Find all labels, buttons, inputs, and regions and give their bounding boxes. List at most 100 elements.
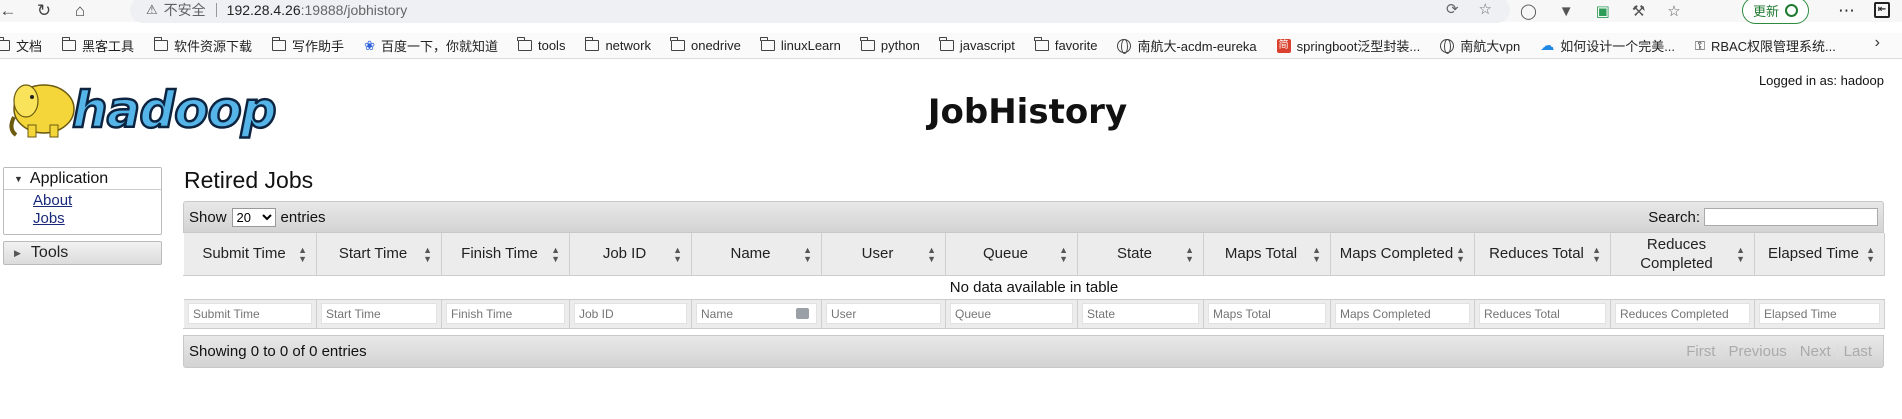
bookmark-item[interactable]: onedrive (670, 37, 741, 53)
bookmark-item[interactable]: ☁ 如何设计一个完美... (1540, 36, 1675, 55)
filter-input-maps-total[interactable] (1208, 303, 1326, 324)
bookmark-label: 黑客工具 (82, 39, 135, 54)
bookmark-label: 南航大vpn (1460, 39, 1521, 54)
column-header-reduces-completed[interactable]: Reduces Completed ▲ ▼ (1610, 233, 1755, 276)
globe-icon (1117, 38, 1132, 54)
bookmark-item[interactable]: network (584, 37, 651, 53)
filter-input-elapsed-time[interactable] (1759, 303, 1880, 324)
bookmark-label: 文档 (16, 39, 43, 54)
warning-icon[interactable]: ⚠ (146, 2, 158, 18)
bookmark-label: 写作助手 (292, 39, 345, 54)
filter-input-job-id[interactable] (574, 303, 687, 324)
bookmark-item[interactable]: linuxLearn (760, 37, 841, 53)
folder-icon (760, 37, 775, 51)
key-icon: ⚿ (1695, 37, 1705, 53)
bookmark-item[interactable]: 黑客工具 (61, 36, 135, 55)
bookmark-item[interactable]: python (860, 37, 920, 53)
update-button[interactable]: 更新 (1742, 0, 1810, 24)
more-menu-icon[interactable]: ⋯ (1838, 1, 1855, 21)
address-bar[interactable]: ⚠ 不安全 192.28.4.26:19888/jobhistory ⟳ ☆ (130, 0, 1510, 23)
code-extension-icon[interactable]: ▣ (1596, 2, 1610, 20)
bookmark-item[interactable]: ❀ 百度一下，你就知道 (364, 36, 498, 55)
sidebar-toggle-icon[interactable]: ⇤ (1874, 2, 1890, 18)
filter-input-finish-time[interactable] (446, 303, 565, 324)
autofill-icon[interactable] (796, 308, 809, 319)
column-header-label: Maps Total (1224, 245, 1298, 263)
column-header-job-id[interactable]: Job ID ▲ ▼ (569, 233, 692, 276)
filter-input-maps-completed[interactable] (1335, 303, 1470, 324)
reload-icon[interactable]: ↻ (26, 0, 62, 22)
column-header-name[interactable]: Name ▲ ▼ (691, 233, 822, 276)
bookmark-item[interactable]: 文档 (0, 36, 42, 55)
bookmark-label: network (605, 38, 651, 53)
bookmark-item[interactable]: 南航大-acdm-eureka (1117, 36, 1257, 55)
paw-icon: ❀ (364, 37, 375, 53)
bookmark-label: 如何设计一个完美... (1560, 39, 1676, 54)
pager-first-button[interactable]: First (1680, 343, 1721, 360)
filter-input-start-time[interactable] (321, 303, 437, 324)
bookmark-item[interactable]: 软件资源下载 (153, 36, 253, 55)
filter-cell (569, 298, 692, 329)
bookmark-item[interactable]: 写作助手 (271, 36, 345, 55)
sort-icon: ▲ ▼ (1866, 245, 1875, 264)
sort-icon: ▲ ▼ (1456, 245, 1465, 264)
bookmark-item[interactable]: javascript (939, 37, 1015, 53)
column-header-start-time[interactable]: Start Time ▲ ▼ (316, 233, 442, 276)
page-size-select[interactable]: 102050100 (231, 207, 276, 227)
column-header-label: Elapsed Time (1768, 245, 1859, 263)
table-info: Showing 0 to 0 of 0 entries (189, 342, 367, 360)
filter-cell (1077, 298, 1204, 329)
insecure-label[interactable]: 不安全 (164, 0, 206, 20)
column-header-maps-completed[interactable]: Maps Completed ▲ ▼ (1330, 233, 1475, 276)
bookmarks-overflow-chevron-icon[interactable]: › (1875, 34, 1880, 52)
search-input[interactable] (1704, 208, 1878, 226)
filter-cell (1330, 298, 1475, 329)
sort-icon: ▲ ▼ (673, 245, 682, 264)
pager-last-button[interactable]: Last (1836, 342, 1878, 360)
home-icon[interactable]: ⌂ (62, 0, 98, 22)
nav-link-jobs[interactable]: Jobs (33, 210, 161, 228)
back-icon[interactable]: ← (0, 0, 26, 22)
bookmark-label: 软件资源下载 (174, 39, 253, 54)
filter-input-queue[interactable] (950, 303, 1073, 324)
puzzle-extensions-icon[interactable]: ⚒ (1632, 2, 1645, 20)
nav-application-header[interactable]: ▼ Application (4, 168, 161, 190)
circle-extension-icon[interactable]: ◯ (1520, 2, 1537, 20)
column-header-label: Job ID (602, 245, 647, 263)
filter-input-user[interactable] (826, 303, 941, 324)
pagination: First Previous Next Last (1680, 342, 1878, 360)
url-path: :19888/jobhistory (300, 2, 408, 18)
favorites-list-icon[interactable]: ☆ (1667, 2, 1680, 20)
column-header-label: Queue (982, 245, 1029, 263)
bookmark-item[interactable]: 简 springboot泛型封装... (1276, 36, 1420, 55)
sort-icon: ▲ ▼ (1312, 245, 1321, 264)
vpn-extension-icon[interactable]: ▼ (1559, 3, 1574, 20)
nav-tools-header[interactable]: ▶ Tools (3, 241, 162, 265)
folder-icon (670, 37, 685, 51)
column-header-elapsed-time[interactable]: Elapsed Time ▲ ▼ (1754, 233, 1885, 276)
bookmark-item[interactable]: ⚿ RBAC权限管理系统... (1695, 36, 1836, 55)
filter-input-reduces-completed[interactable] (1615, 303, 1750, 324)
filter-cell (691, 298, 822, 329)
column-header-maps-total[interactable]: Maps Total ▲ ▼ (1203, 233, 1331, 276)
pager-previous-button[interactable]: Previous (1721, 342, 1792, 360)
translate-icon[interactable]: ⟳ (1446, 0, 1459, 18)
column-header-state[interactable]: State ▲ ▼ (1077, 233, 1204, 276)
column-header-finish-time[interactable]: Finish Time ▲ ▼ (441, 233, 570, 276)
favorite-star-icon[interactable]: ☆ (1479, 0, 1492, 18)
column-header-queue[interactable]: Queue ▲ ▼ (945, 233, 1078, 276)
column-header-reduces-total[interactable]: Reduces Total ▲ ▼ (1474, 233, 1611, 276)
column-header-user[interactable]: User ▲ ▼ (821, 233, 946, 276)
pager-next-button[interactable]: Next (1792, 342, 1837, 360)
bookmark-item[interactable]: favorite (1034, 37, 1097, 53)
column-header-submit-time[interactable]: Submit Time ▲ ▼ (183, 233, 317, 276)
url-host: 192.28.4.26 (226, 2, 301, 18)
main-content: Retired Jobs Show 102050100 entries Sear… (183, 167, 1885, 368)
nav-link-about[interactable]: About (33, 192, 161, 210)
filter-input-reduces-total[interactable] (1479, 303, 1606, 324)
filter-input-state[interactable] (1082, 303, 1199, 324)
sort-icon: ▲ ▼ (1736, 245, 1745, 264)
filter-input-submit-time[interactable] (188, 303, 312, 324)
bookmark-item[interactable]: tools (517, 37, 565, 53)
bookmark-item[interactable]: 南航大vpn (1440, 36, 1520, 55)
